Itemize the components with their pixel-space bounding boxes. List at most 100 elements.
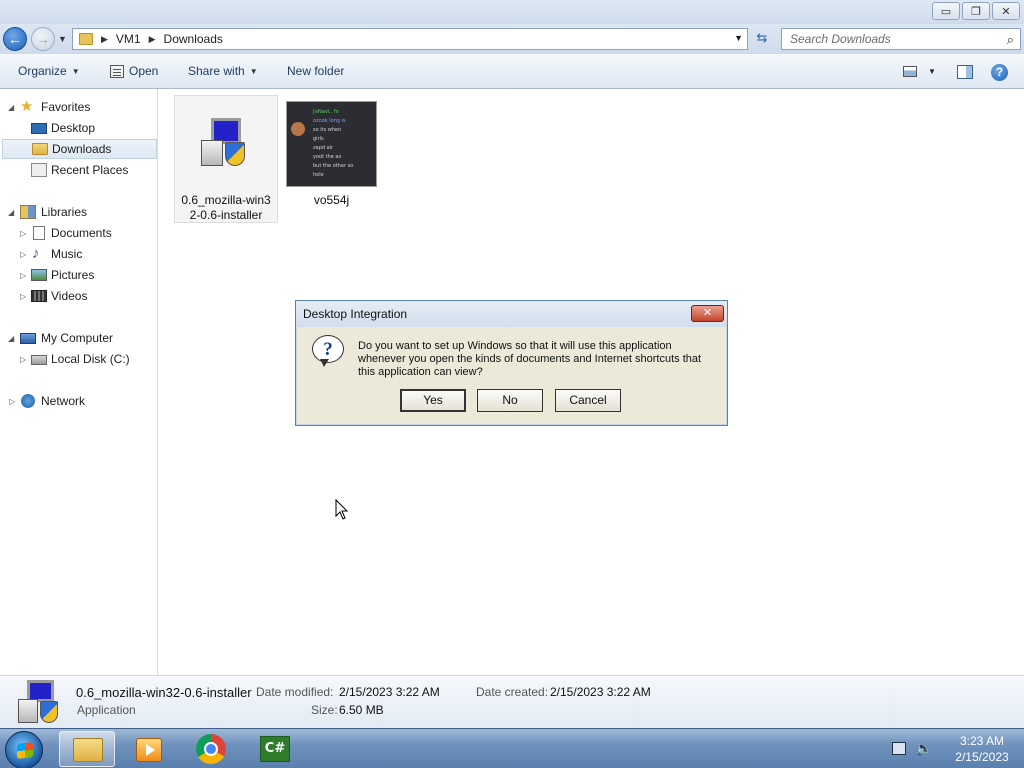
window-title-bar: ▭ ❐ ✕ (0, 0, 1024, 24)
thumbnail-text: but the other so (313, 163, 354, 169)
new-folder-button[interactable]: New folder (287, 64, 344, 78)
forward-button[interactable]: → (31, 27, 55, 51)
caret-down-icon: ▼ (71, 66, 80, 76)
system-tray: 🔈 3:23 AM 2/15/2023 (886, 729, 1024, 768)
thumbnail-text: hole (313, 172, 324, 178)
nav-item-pictures[interactable]: ▷ Pictures (0, 265, 158, 285)
breadcrumb-vm1[interactable]: VM1 (116, 32, 141, 46)
nav-item-downloads[interactable]: Downloads (2, 139, 157, 159)
expand-arrow-icon[interactable]: ◢ (8, 208, 14, 217)
command-toolbar: Organize ▼ Open Share with ▼ New folder … (0, 54, 1024, 89)
collapse-arrow-icon[interactable]: ▷ (20, 250, 26, 259)
dialog-title: Desktop Integration (303, 307, 408, 321)
file-item-vo554j[interactable]: [eNavi.. fo ozook long is so its when gi… (286, 101, 377, 209)
folder-icon (73, 738, 103, 762)
collapse-arrow-icon[interactable]: ▷ (20, 292, 26, 301)
thumbnail-text: ozook long is (313, 118, 346, 124)
address-dropdown[interactable]: ▼ (734, 33, 743, 43)
clock-time[interactable]: 3:23 AM (944, 734, 1020, 748)
nav-label: Downloads (52, 142, 112, 156)
nav-label: Videos (51, 289, 88, 303)
nav-item-favorites[interactable]: ◢ ★ Favorites (0, 97, 158, 117)
thumbnail-text: zapd air (313, 145, 334, 151)
chrome-icon (196, 734, 226, 764)
recent-places-icon (31, 163, 47, 177)
expand-arrow-icon[interactable]: ◢ (8, 103, 14, 112)
recent-pages-dropdown[interactable]: ▼ (58, 34, 67, 44)
expand-arrow-icon[interactable]: ◢ (8, 334, 14, 343)
open-label: Open (129, 64, 159, 78)
share-with-label: Share with (188, 64, 245, 78)
clock-date[interactable]: 2/15/2023 (944, 750, 1020, 764)
collapse-arrow-icon[interactable]: ▷ (20, 229, 26, 238)
chevron-right-icon[interactable]: ▶ (101, 34, 108, 45)
back-button[interactable]: ← (3, 27, 27, 51)
network-globe-icon (21, 394, 35, 408)
address-bar[interactable]: ▶ VM1 ▶ Downloads ▼ (72, 28, 748, 50)
address-row: ← → ▼ ▶ VM1 ▶ Downloads ▼ ⇆ ⌕ (0, 24, 1024, 54)
nav-item-music[interactable]: ▷ ♪ Music (0, 244, 158, 264)
collapse-arrow-icon[interactable]: ▷ (20, 355, 26, 364)
taskbar-media-player[interactable] (120, 731, 176, 767)
taskbar-csharp[interactable]: C# (248, 731, 304, 767)
organize-button[interactable]: Organize ▼ (18, 64, 80, 78)
file-name: vo554j (313, 193, 350, 207)
nav-item-my-computer[interactable]: ◢ My Computer (0, 328, 158, 348)
date-modified-label: Date modified: (256, 685, 334, 699)
share-with-button[interactable]: Share with ▼ (188, 64, 258, 78)
caret-down-icon: ▼ (249, 66, 258, 76)
nav-item-local-disk[interactable]: ▷ Local Disk (C:) (0, 349, 158, 369)
organize-label: Organize (18, 64, 67, 78)
file-item-installer[interactable]: 0.6_mozilla-win3 2-0.6-installer (174, 95, 278, 223)
pictures-icon (31, 269, 47, 281)
arrow-left-icon: ← (8, 31, 22, 47)
film-strip-icon (31, 290, 47, 302)
computer-icon (20, 332, 36, 344)
nav-item-network[interactable]: ▷ Network (0, 391, 158, 411)
installer-icon (18, 680, 64, 726)
nav-item-recent-places[interactable]: Recent Places (0, 160, 158, 180)
taskbar-explorer[interactable] (59, 731, 115, 767)
selected-file-name: 0.6_mozilla-win32-0.6-installer (76, 685, 252, 700)
dialog-title-bar[interactable]: Desktop Integration ✕ (296, 301, 727, 327)
star-icon: ★ (20, 98, 34, 115)
yes-button[interactable]: Yes (400, 389, 466, 412)
refresh-icon: ⇆ (756, 30, 768, 45)
media-player-icon (136, 738, 162, 762)
nav-item-libraries[interactable]: ◢ Libraries (0, 202, 158, 222)
taskbar: C# 🔈 3:23 AM 2/15/2023 (0, 728, 1024, 768)
nav-item-desktop[interactable]: Desktop (0, 118, 158, 138)
search-icon[interactable]: ⌕ (1007, 32, 1014, 48)
network-icon[interactable] (892, 742, 906, 755)
downloads-folder-icon (32, 143, 48, 155)
nav-label: Libraries (41, 205, 88, 219)
collapse-arrow-icon[interactable]: ▷ (20, 271, 26, 280)
nav-item-videos[interactable]: ▷ Videos (0, 286, 158, 306)
change-view-icon[interactable] (903, 66, 917, 77)
desktop-integration-dialog: Desktop Integration ✕ ? Do you want to s… (295, 300, 728, 426)
minimize-button[interactable]: ▭ (932, 2, 960, 20)
no-button[interactable]: No (477, 389, 543, 412)
nav-item-documents[interactable]: ▷ Documents (0, 223, 158, 243)
view-options-dropdown[interactable]: ▼ (928, 67, 936, 76)
mouse-cursor-icon (335, 499, 349, 520)
thumbnail-text: yoot the ax (313, 154, 342, 160)
taskbar-chrome[interactable] (184, 731, 240, 767)
close-window-button[interactable]: ✕ (992, 2, 1020, 20)
refresh-button[interactable]: ⇆ (752, 30, 772, 48)
dialog-close-button[interactable]: ✕ (691, 305, 724, 322)
open-button[interactable]: Open (110, 64, 158, 78)
cancel-button[interactable]: Cancel (555, 389, 621, 412)
help-icon[interactable]: ? (991, 64, 1008, 81)
restore-button[interactable]: ❐ (962, 2, 990, 20)
start-button[interactable] (5, 731, 43, 768)
breadcrumb-downloads[interactable]: Downloads (164, 32, 223, 46)
nav-label: My Computer (41, 331, 114, 345)
volume-icon[interactable]: 🔈 (915, 740, 932, 757)
search-input[interactable] (790, 32, 990, 46)
collapse-arrow-icon[interactable]: ▷ (9, 397, 15, 406)
chevron-right-icon[interactable]: ▶ (149, 34, 156, 45)
csharp-icon: C# (260, 736, 290, 762)
thumbnail-text: so its when (313, 127, 342, 133)
preview-pane-icon[interactable] (957, 65, 973, 79)
